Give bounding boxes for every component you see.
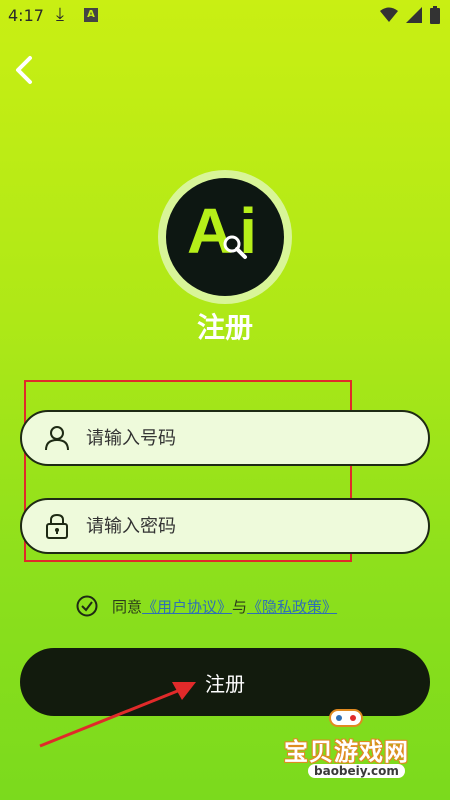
- watermark-logo: 宝贝游戏网 baobeiy.com: [284, 700, 424, 790]
- watermark-name: 宝贝游戏网: [284, 738, 409, 766]
- lock-icon: [46, 513, 68, 539]
- page-title: 注册: [196, 311, 253, 344]
- agree-prefix: 同意: [112, 597, 143, 616]
- phone-input[interactable]: [84, 426, 388, 450]
- app-notification-icon: A: [84, 8, 98, 22]
- agreement-row: 同意 《用户协议》 与 《隐私政策》: [76, 594, 337, 618]
- back-button[interactable]: [10, 52, 38, 88]
- battery-icon: [430, 6, 440, 24]
- status-time: 4:17: [8, 6, 44, 25]
- download-icon: ⤓: [56, 4, 64, 25]
- agree-conjunction: 与: [232, 597, 248, 616]
- status-bar: 4:17 ⤓ A: [0, 0, 450, 32]
- password-field[interactable]: [20, 498, 430, 554]
- wifi-icon: [380, 7, 398, 22]
- status-icons: [380, 6, 440, 24]
- watermark-url: baobeiy.com: [308, 764, 405, 778]
- app-logo: Ai: [158, 170, 292, 304]
- signal-icon: [406, 7, 422, 23]
- magnifier-icon: [223, 235, 247, 259]
- privacy-policy-link[interactable]: 《隐私政策》: [247, 596, 337, 617]
- logo-badge: Ai: [166, 178, 284, 296]
- agree-checkbox[interactable]: [76, 595, 98, 617]
- user-agreement-link[interactable]: 《用户协议》: [142, 596, 232, 617]
- password-input[interactable]: [84, 514, 388, 538]
- phone-field[interactable]: [20, 410, 430, 466]
- gamepad-icon: [329, 709, 363, 727]
- user-icon: [45, 426, 69, 451]
